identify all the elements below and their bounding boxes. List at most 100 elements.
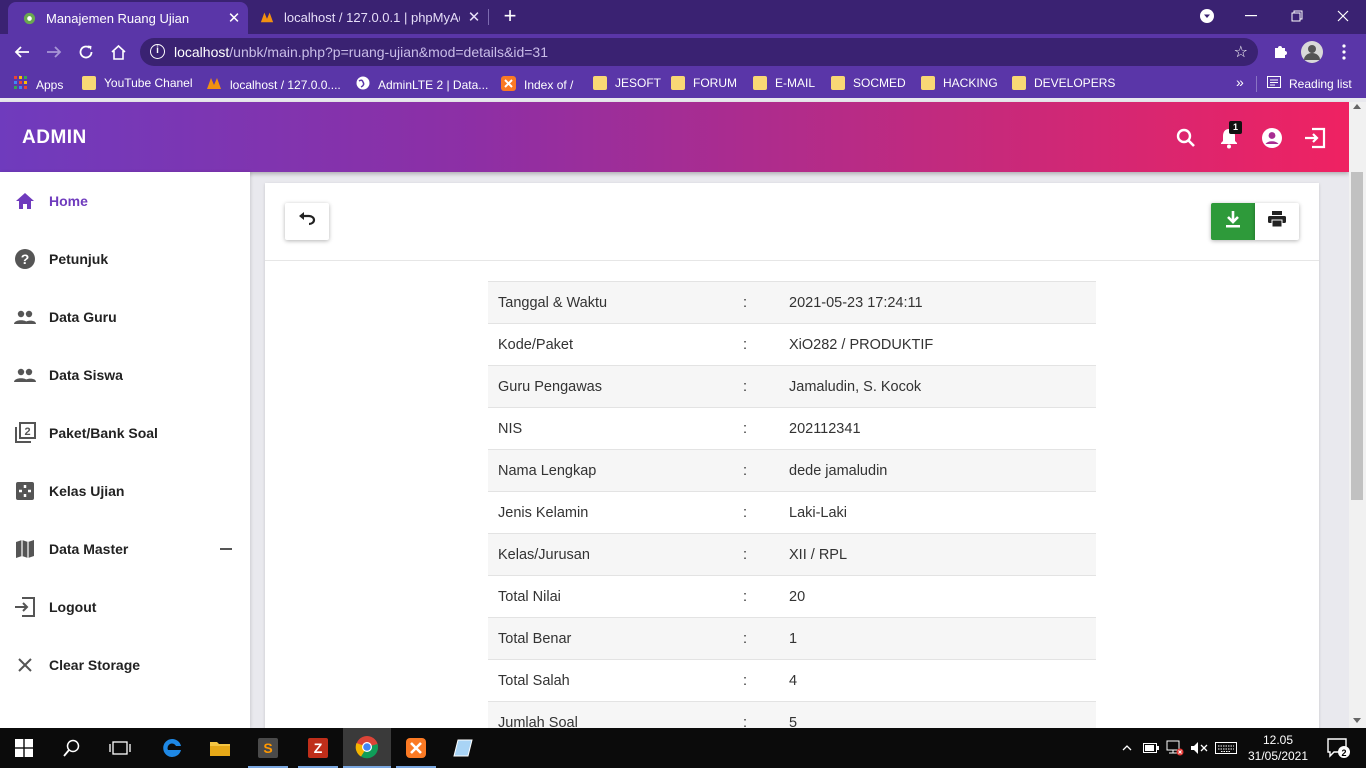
close-tab-icon[interactable]: ✕ bbox=[460, 8, 488, 26]
back-button[interactable] bbox=[285, 203, 329, 240]
detail-value: 202112341 bbox=[789, 420, 861, 437]
forward-arrow-icon[interactable] bbox=[40, 38, 68, 66]
notification-count-badge: 1 bbox=[1229, 121, 1242, 134]
tab-phpmyadmin[interactable]: localhost / 127.0.0.1 | phpMyAdmin ✕ bbox=[250, 0, 488, 34]
volume-muted-icon[interactable] bbox=[1188, 728, 1210, 768]
detail-row: Guru Pengawas: Jamaludin, S. Kocok bbox=[488, 365, 1096, 408]
undo-arrow-icon bbox=[298, 212, 316, 231]
keyboard-icon[interactable] bbox=[1212, 728, 1240, 768]
detail-row: Total Salah: 4 bbox=[488, 659, 1096, 702]
scrollbar-thumb[interactable] bbox=[1351, 172, 1363, 500]
extensions-puzzle-icon[interactable] bbox=[1266, 38, 1294, 66]
sublime-text-icon[interactable]: S bbox=[244, 728, 292, 768]
reading-list-button[interactable]: Reading list bbox=[1267, 76, 1352, 91]
details-card: Tanggal & Waktu: 2021-05-23 17:24:11 Kode/… bbox=[265, 183, 1319, 744]
file-explorer-icon[interactable] bbox=[196, 728, 244, 768]
scroll-up-arrow-icon[interactable] bbox=[1353, 104, 1361, 109]
detail-label: Guru Pengawas bbox=[498, 378, 602, 395]
sidebar-item-kelas-ujian[interactable]: Kelas Ujian bbox=[0, 462, 250, 520]
close-tab-icon[interactable]: ✕ bbox=[220, 9, 248, 27]
sidebar-item-paket-bank-soal[interactable]: 2 Paket/Bank Soal bbox=[0, 404, 250, 462]
taskbar-clock[interactable]: 12.05 31/05/2021 bbox=[1240, 732, 1316, 764]
notifications-bell-icon[interactable]: 1 bbox=[1215, 121, 1243, 152]
bookmark-youtube-chanel[interactable]: YouTube Chanel bbox=[82, 76, 193, 90]
sidebar-item-home[interactable]: Home bbox=[0, 172, 250, 230]
sidebar-item-data-master[interactable]: Data Master bbox=[0, 520, 250, 578]
bookmark-email[interactable]: E-MAIL bbox=[753, 76, 815, 90]
download-button[interactable] bbox=[1211, 203, 1255, 240]
sidebar-item-label: Data Siswa bbox=[49, 367, 123, 383]
detail-label: Nama Lengkap bbox=[498, 462, 597, 479]
home-browser-icon[interactable] bbox=[104, 38, 132, 66]
close-window-icon[interactable] bbox=[1320, 0, 1366, 32]
bookmark-forum[interactable]: FORUM bbox=[671, 76, 737, 90]
site-info-icon[interactable]: i bbox=[150, 44, 165, 59]
notes-app-icon[interactable] bbox=[440, 728, 488, 768]
detail-value: 2021-05-23 17:24:11 bbox=[789, 294, 923, 311]
collapse-minus-icon[interactable] bbox=[220, 548, 232, 550]
bookmark-index-of[interactable]: Index of / bbox=[501, 76, 573, 94]
network-disconnected-icon[interactable] bbox=[1164, 728, 1186, 768]
detail-separator: : bbox=[743, 294, 748, 311]
bookmark-label: Apps bbox=[36, 77, 64, 92]
bookmark-phpmyadmin[interactable]: localhost / 127.0.0.... bbox=[206, 76, 341, 93]
browser-menu-icon[interactable] bbox=[1330, 38, 1358, 66]
profile-avatar[interactable] bbox=[1298, 38, 1326, 66]
bookmark-hacking[interactable]: HACKING bbox=[921, 76, 998, 90]
svg-text:?: ? bbox=[21, 251, 30, 267]
xampp-taskbar-icon[interactable] bbox=[392, 728, 440, 768]
bookmark-star-icon[interactable]: ☆ bbox=[1234, 42, 1248, 62]
close-icon bbox=[14, 654, 36, 676]
detail-value: 1 bbox=[789, 630, 798, 647]
bookmark-adminlte[interactable]: AdminLTE 2 | Data... bbox=[356, 76, 488, 93]
svg-text:S: S bbox=[263, 740, 272, 756]
search-taskbar-icon[interactable] bbox=[48, 728, 96, 768]
sidebar-item-petunjuk[interactable]: ? Petunjuk bbox=[0, 230, 250, 288]
bookmark-apps[interactable]: Apps bbox=[14, 76, 63, 93]
reload-icon[interactable] bbox=[72, 38, 100, 66]
edge-browser-icon[interactable] bbox=[148, 728, 196, 768]
browser-toolbar: i localhost/unbk/main.php?p=ruang-ujian&… bbox=[0, 34, 1366, 70]
detail-value: XII / RPL bbox=[789, 546, 848, 563]
more-bookmarks-button[interactable]: » bbox=[1236, 74, 1244, 90]
people-icon bbox=[14, 306, 36, 328]
bookmark-developers[interactable]: DEVELOPERS bbox=[1012, 76, 1115, 90]
account-circle-icon[interactable] bbox=[1258, 124, 1286, 152]
new-tab-button[interactable]: + bbox=[498, 4, 522, 30]
reading-list-label: Reading list bbox=[1289, 76, 1352, 91]
print-button[interactable] bbox=[1255, 203, 1299, 240]
tray-expand-icon[interactable] bbox=[1118, 728, 1136, 768]
sidebar-item-logout[interactable]: Logout bbox=[0, 578, 250, 636]
minimize-icon[interactable] bbox=[1228, 0, 1274, 32]
search-icon[interactable] bbox=[1172, 124, 1200, 152]
detail-label: Total Salah bbox=[498, 672, 570, 689]
detail-row: Tanggal & Waktu: 2021-05-23 17:24:11 bbox=[488, 281, 1096, 324]
back-arrow-icon[interactable] bbox=[8, 38, 36, 66]
detail-separator: : bbox=[743, 630, 748, 647]
detail-label: Total Benar bbox=[498, 630, 572, 647]
sidebar-item-clear-storage[interactable]: Clear Storage bbox=[0, 636, 250, 694]
action-center-icon[interactable]: 2 bbox=[1318, 728, 1358, 768]
battery-icon[interactable] bbox=[1140, 728, 1162, 768]
help-circle-icon: ? bbox=[14, 248, 36, 270]
svg-text:Z: Z bbox=[314, 740, 323, 756]
page-scrollbar[interactable] bbox=[1349, 102, 1366, 728]
address-bar[interactable]: i localhost/unbk/main.php?p=ruang-ujian&… bbox=[140, 38, 1258, 66]
chrome-icon[interactable] bbox=[343, 728, 391, 768]
bookmark-label: DEVELOPERS bbox=[1034, 76, 1116, 90]
sidebar-item-data-guru[interactable]: Data Guru bbox=[0, 288, 250, 346]
task-view-icon[interactable] bbox=[96, 728, 144, 768]
bookmark-socmed[interactable]: SOCMED bbox=[831, 76, 906, 90]
windows-start-icon[interactable] bbox=[0, 728, 48, 768]
detail-separator: : bbox=[743, 672, 748, 689]
bookmark-jesoft[interactable]: JESOFT bbox=[593, 76, 661, 90]
scroll-down-arrow-icon[interactable] bbox=[1353, 718, 1361, 723]
detail-value: XiO282 / PRODUKTIF bbox=[789, 336, 934, 353]
logout-icon[interactable] bbox=[1301, 124, 1329, 152]
sidebar-item-data-siswa[interactable]: Data Siswa bbox=[0, 346, 250, 404]
restore-icon[interactable] bbox=[1274, 0, 1320, 32]
tab-manajemen-ruang-ujian[interactable]: Manajemen Ruang Ujian ✕ bbox=[8, 2, 248, 34]
logout-icon bbox=[14, 596, 36, 618]
profile-dropdown-icon[interactable] bbox=[1184, 0, 1230, 32]
filezilla-icon[interactable]: Z bbox=[294, 728, 342, 768]
